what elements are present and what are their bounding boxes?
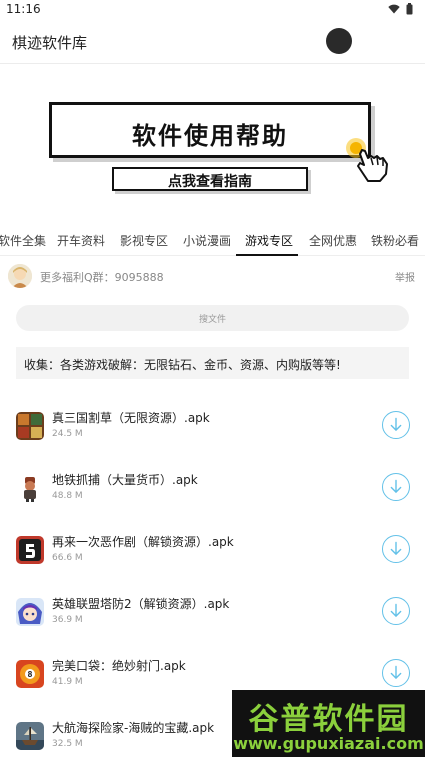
download-icon[interactable]: [382, 473, 410, 501]
file-name: 英雄联盟塔防2（解锁资源）.apk: [52, 597, 230, 611]
file-size: 36.9 M: [52, 615, 83, 625]
banner-title: 软件使用帮助: [132, 122, 288, 150]
report-link[interactable]: 举报: [395, 269, 415, 284]
app-bar: 棋迹软件库: [0, 20, 425, 64]
category-tabs: 软件全集 开车资料 影视专区 小说漫画 游戏专区 全网优惠 铁粉必看: [0, 224, 425, 256]
download-icon[interactable]: [382, 659, 410, 687]
tab-deals[interactable]: 全网优惠: [309, 232, 357, 249]
billiard-8-ball-icon: 8: [16, 660, 44, 688]
tab-software-collection[interactable]: 软件全集: [0, 232, 46, 249]
group-info-text: 更多福利Q群：9095888: [40, 271, 164, 284]
file-size: 24.5 M: [52, 429, 83, 439]
prank-game-icon: [16, 536, 44, 564]
file-item[interactable]: 地铁抓捕（大量货币）.apk 48.8 M: [0, 460, 425, 522]
wifi-icon: [388, 4, 400, 14]
notice-banner: 收集：各类游戏破解：无限钻石、金币、资源、内购版等等!: [16, 347, 409, 379]
three-kingdoms-game-icon: [16, 412, 44, 440]
file-name: 再来一次恶作剧（解锁资源）.apk: [52, 535, 234, 549]
pirate-ship-game-icon: [16, 722, 44, 750]
subway-runner-game-icon: [16, 474, 44, 502]
download-icon[interactable]: [382, 597, 410, 625]
active-tab-indicator: [236, 254, 298, 256]
pointing-hand-icon: [346, 138, 388, 182]
view-guide-label: 点我查看指南: [168, 174, 252, 190]
search-placeholder: 搜文件: [198, 315, 226, 325]
file-size: 66.6 M: [52, 553, 83, 563]
avatar: [8, 264, 32, 288]
file-item[interactable]: 真三国割草（无限资源）.apk 24.5 M: [0, 398, 425, 460]
file-name: 地铁抓捕（大量货币）.apk: [52, 473, 198, 487]
file-size: 48.8 M: [52, 491, 83, 501]
tab-driving-materials[interactable]: 开车资料: [57, 232, 105, 249]
file-item[interactable]: 再来一次恶作剧（解锁资源）.apk 66.6 M: [0, 522, 425, 584]
anime-hero-game-icon: [16, 598, 44, 626]
file-name: 真三国割草（无限资源）.apk: [52, 411, 210, 425]
tab-novels-comics[interactable]: 小说漫画: [183, 232, 231, 249]
download-icon[interactable]: [382, 535, 410, 563]
watermark-url: www.gupuxiazai.com: [233, 734, 424, 753]
group-info-row: 更多福利Q群：9095888 举报: [0, 258, 425, 294]
file-size: 32.5 M: [52, 739, 83, 749]
tab-must-see[interactable]: 铁粉必看: [371, 232, 419, 249]
help-banner[interactable]: 软件使用帮助 点我查看指南: [0, 64, 425, 224]
battery-icon: [406, 3, 413, 15]
svg-text:8: 8: [28, 670, 33, 679]
status-bar: 11:16: [0, 0, 425, 20]
status-time: 11:16: [6, 2, 41, 16]
app-title: 棋迹软件库: [12, 34, 88, 52]
notice-text: 收集：各类游戏破解：无限钻石、金币、资源、内购版等等!: [24, 358, 341, 372]
watermark-logo: 谷普软件园 www.gupuxiazai.com: [232, 690, 425, 757]
view-guide-button[interactable]: 点我查看指南: [112, 167, 308, 191]
tab-games-zone[interactable]: 游戏专区: [245, 232, 293, 249]
file-name: 完美口袋：绝妙射门.apk: [52, 659, 186, 673]
search-input[interactable]: 搜文件: [16, 305, 409, 331]
file-item[interactable]: 英雄联盟塔防2（解锁资源）.apk 36.9 M: [0, 584, 425, 646]
tab-video-zone[interactable]: 影视专区: [120, 232, 168, 249]
watermark-title: 谷普软件园: [248, 702, 409, 737]
status-icons: [388, 3, 413, 15]
menu-dot-button[interactable]: [326, 28, 352, 54]
banner-title-box: 软件使用帮助: [49, 102, 371, 158]
file-size: 41.9 M: [52, 677, 83, 687]
file-name: 大航海探险家-海贼的宝藏.apk: [52, 721, 215, 735]
download-icon[interactable]: [382, 411, 410, 439]
